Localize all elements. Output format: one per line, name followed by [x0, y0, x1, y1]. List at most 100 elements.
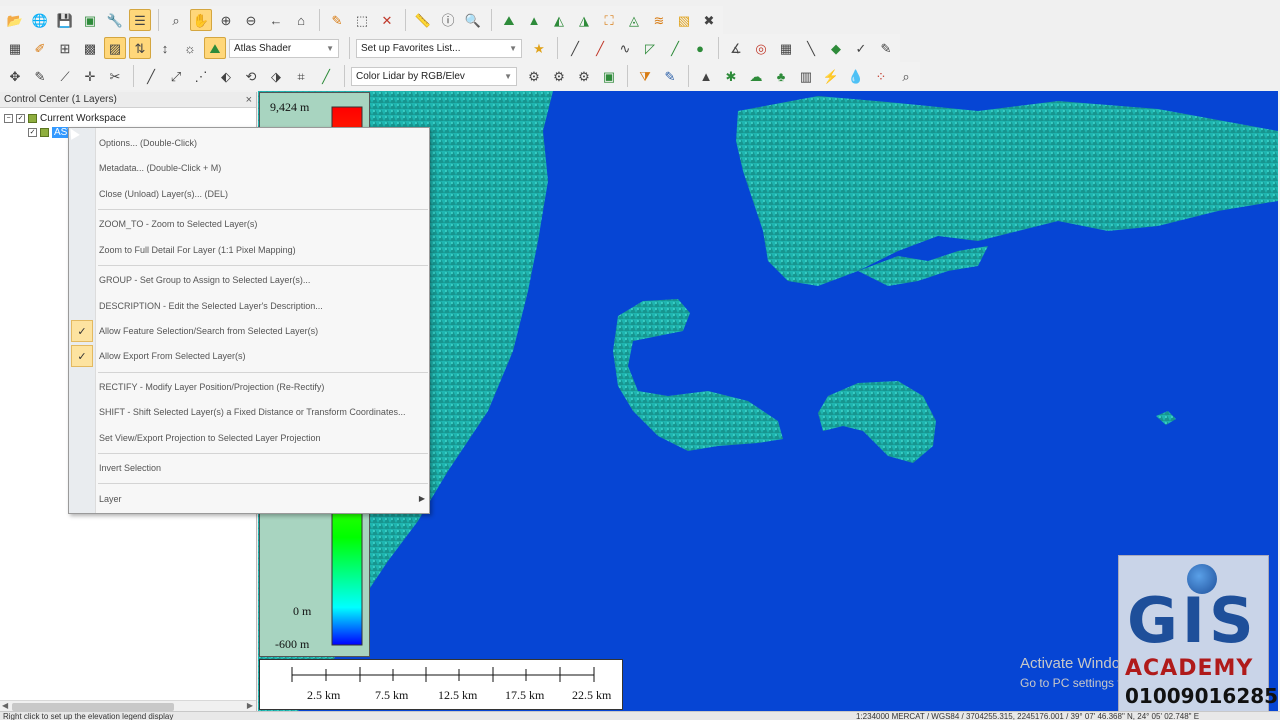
terrain-icon[interactable]: ⛰ — [498, 9, 520, 31]
map-image-icon[interactable]: ▧ — [673, 9, 695, 31]
contour-icon[interactable]: ◮ — [573, 9, 595, 31]
cut-icon[interactable]: ✂ — [104, 65, 126, 87]
line-edit-icon[interactable]: ╲ — [800, 37, 822, 59]
home-icon[interactable]: ⌂ — [290, 9, 312, 31]
grass-icon[interactable]: ✱ — [720, 65, 742, 87]
collapse-icon[interactable]: − — [4, 113, 13, 123]
star-icon[interactable]: ★ — [528, 37, 550, 59]
ruler-icon[interactable]: 📏 — [412, 9, 434, 31]
check-edit-icon[interactable]: ✓ — [850, 37, 872, 59]
target-icon[interactable]: ◎ — [750, 37, 772, 59]
lidar-edit-icon[interactable]: ✎ — [659, 65, 681, 87]
tree-icon[interactable]: ♣ — [770, 65, 792, 87]
grid-edit-icon[interactable]: ▦ — [775, 37, 797, 59]
pencil-icon[interactable]: ✎ — [326, 9, 348, 31]
pan-hand-icon[interactable]: ✋ — [190, 9, 212, 31]
funnel-icon[interactable]: ⧩ — [634, 65, 656, 87]
menu-item-metadata[interactable]: Metadata... (Double-Click + M) — [99, 161, 221, 175]
scrollbar-thumb[interactable] — [12, 703, 174, 711]
sun-position-icon[interactable]: ☼ — [179, 37, 201, 59]
zoom-tool-icon[interactable]: ⌕ — [165, 9, 187, 31]
join-line-icon[interactable]: ⋰ — [190, 65, 212, 87]
edit-tool-icon[interactable]: ✎ — [875, 37, 897, 59]
favorites-dropdown[interactable]: Set up Favorites List... ▼ — [356, 38, 522, 58]
delete-icon[interactable]: ✕ — [376, 9, 398, 31]
wrench-icon[interactable]: 🔧 — [104, 9, 126, 31]
lidar-dropdown[interactable]: Color Lidar by RGB/Elev ▼ — [351, 66, 517, 86]
3d-view-icon[interactable]: ▩ — [79, 37, 101, 59]
create-line-icon[interactable]: ╱ — [140, 65, 162, 87]
menu-item-zoom-to[interactable]: ZOOM_TO - Zoom to Selected Layer(s) — [99, 217, 257, 231]
move-icon[interactable]: ✥ — [4, 65, 26, 87]
export-icon[interactable]: ▣ — [79, 9, 101, 31]
search-doc-icon[interactable]: 🔍 — [462, 9, 484, 31]
vertical-scale-icon[interactable]: ↕ — [154, 37, 176, 59]
shader-dropdown[interactable]: Atlas Shader ▼ — [229, 38, 339, 58]
scroll-right-icon[interactable]: ▶ — [247, 701, 253, 710]
elevation-toggle-icon[interactable]: ⇅ — [129, 37, 151, 59]
scale-icon[interactable]: ⬗ — [265, 65, 287, 87]
draw-point-icon[interactable]: ● — [689, 37, 711, 59]
area-edit-icon[interactable]: ◆ — [825, 37, 847, 59]
frame-icon[interactable]: ⊞ — [54, 37, 76, 59]
split-line-icon[interactable]: ⤢ — [165, 65, 187, 87]
menu-item-zoom-full-detail[interactable]: Zoom to Full Detail For Layer (1:1 Pixel… — [99, 243, 296, 257]
rotate-icon[interactable]: ⟲ — [240, 65, 262, 87]
elevation-icon[interactable]: ⛶ — [598, 9, 620, 31]
layout-icon[interactable]: ▦ — [4, 37, 26, 59]
water-icon[interactable]: 💧 — [845, 65, 867, 87]
layer-checkbox[interactable]: ✓ — [28, 127, 37, 137]
crop-icon[interactable]: ⌗ — [290, 65, 312, 87]
select-box-icon[interactable]: ⬚ — [351, 9, 373, 31]
line-tool-icon[interactable]: ⟋ — [54, 65, 76, 87]
digitize-icon[interactable]: ✐ — [29, 37, 51, 59]
terrain-profile-icon[interactable]: ◭ — [548, 9, 570, 31]
menu-item-shift[interactable]: SHIFT - Shift Selected Layer(s) a Fixed … — [99, 405, 405, 419]
lidar-view-icon[interactable]: ▣ — [598, 65, 620, 87]
menu-item-close-layer[interactable]: Close (Unload) Layer(s)... (DEL) — [99, 187, 228, 201]
zoom-out-icon[interactable]: ⊖ — [240, 9, 262, 31]
draw-area-icon[interactable]: ◸ — [639, 37, 661, 59]
workspace-tree-row[interactable]: − ✓ Current Workspace — [4, 111, 126, 125]
snap-icon[interactable]: ╱ — [315, 65, 337, 87]
menu-item-group[interactable]: GROUP - Set Group to Assign to Selected … — [99, 273, 310, 287]
menu-item-allow-export[interactable]: Allow Export From Selected Layer(s) — [99, 349, 246, 363]
menu-item-layer-submenu[interactable]: Layer — [99, 492, 122, 506]
menu-item-allow-feature-selection[interactable]: Allow Feature Selection/Search from Sele… — [99, 324, 318, 338]
terrain-shade-icon[interactable]: ▲ — [523, 9, 545, 31]
shrub-icon[interactable]: ☁ — [745, 65, 767, 87]
back-arrow-icon[interactable]: ← — [265, 9, 287, 31]
ground-icon[interactable]: ▲ — [695, 65, 717, 87]
scroll-left-icon[interactable]: ◀ — [2, 701, 8, 710]
workspace-checkbox[interactable]: ✓ — [16, 113, 25, 123]
layer-tree-row[interactable]: ✓ AST — [28, 125, 72, 139]
draw-path-icon[interactable]: ╱ — [664, 37, 686, 59]
globe-icon[interactable]: 🌐 — [29, 9, 51, 31]
measure-icon[interactable]: ∡ — [725, 37, 747, 59]
info-icon[interactable]: ⓘ — [437, 9, 459, 31]
layer-stack-icon[interactable]: ≋ — [648, 9, 670, 31]
menu-item-set-view-projection[interactable]: Set View/Export Projection to Selected L… — [99, 431, 320, 445]
noise-icon[interactable]: ⁘ — [870, 65, 892, 87]
draw-curve-icon[interactable]: ∿ — [614, 37, 636, 59]
menu-item-options[interactable]: Options... (Double-Click) — [99, 136, 197, 150]
menu-item-invert-selection[interactable]: Invert Selection — [99, 461, 161, 475]
shader-toggle-icon[interactable]: ▨ — [104, 37, 126, 59]
close-icon[interactable]: × — [246, 94, 252, 106]
lidar-filter-icon[interactable]: ⚙ — [573, 65, 595, 87]
power-line-icon[interactable]: ⚡ — [820, 65, 842, 87]
draw-line-icon[interactable]: ╱ — [564, 37, 586, 59]
reshape-icon[interactable]: ⬖ — [215, 65, 237, 87]
layers-icon[interactable]: ☰ — [129, 9, 151, 31]
move-vertex-icon[interactable]: ✛ — [79, 65, 101, 87]
tools-icon[interactable]: ✖ — [698, 9, 720, 31]
menu-item-description[interactable]: DESCRIPTION - Edit the Selected Layer's … — [99, 299, 323, 313]
zoom-in-icon[interactable]: ⊕ — [215, 9, 237, 31]
open-folder-icon[interactable]: 📂 — [4, 9, 26, 31]
menu-item-rectify[interactable]: RECTIFY - Modify Layer Position/Projecti… — [99, 380, 324, 394]
watershed-icon[interactable]: ◬ — [623, 9, 645, 31]
edit-vertex-icon[interactable]: ✎ — [29, 65, 51, 87]
lidar-pick-icon[interactable]: ⌕ — [895, 65, 917, 87]
draw-line-red-icon[interactable]: ╱ — [589, 37, 611, 59]
building-icon[interactable]: ▥ — [795, 65, 817, 87]
